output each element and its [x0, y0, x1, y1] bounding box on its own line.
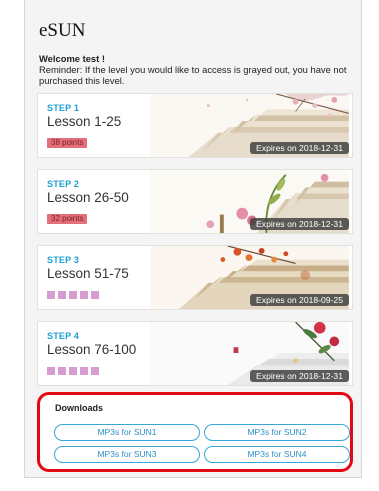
progress-square — [69, 291, 77, 299]
lesson-range: Lesson 26-50 — [47, 190, 129, 205]
progress-square — [58, 367, 66, 375]
download-sun3-button[interactable]: MP3s for SUN3 — [54, 446, 200, 463]
app-frame: eSUN Welcome test ! Reminder: If the lev… — [24, 0, 362, 478]
welcome-message: Welcome test ! Reminder: If the level yo… — [39, 53, 357, 86]
lesson-range: Lesson 1-25 — [47, 114, 122, 129]
downloads-section: Downloads MP3s for SUN1 MP3s for SUN2 MP… — [37, 392, 353, 472]
points-badge: 32 points — [47, 214, 88, 224]
download-sun2-button[interactable]: MP3s for SUN2 — [204, 424, 350, 441]
progress-square — [58, 291, 66, 299]
step-card-2[interactable]: STEP 2 Lesson 26-50 32 points Expires on… — [37, 169, 353, 234]
progress-square — [47, 367, 55, 375]
step-label: STEP 3 — [47, 255, 80, 265]
app-title: eSUN — [39, 20, 86, 41]
progress-square — [69, 367, 77, 375]
welcome-reminder: Reminder: If the level you would like to… — [39, 64, 347, 86]
progress-square — [47, 291, 55, 299]
step-card-4[interactable]: STEP 4 Lesson 76-100 Expires on 2018-12-… — [37, 321, 353, 386]
welcome-title: Welcome test ! — [39, 53, 105, 64]
downloads-title: Downloads — [55, 403, 104, 413]
step-label: STEP 1 — [47, 103, 80, 113]
step-card-1[interactable]: STEP 1 Lesson 1-25 38 points Expires on … — [37, 93, 353, 158]
lesson-range: Lesson 51-75 — [47, 266, 129, 281]
points-badge: 38 points — [47, 138, 88, 148]
download-sun1-button[interactable]: MP3s for SUN1 — [54, 424, 200, 441]
progress-squares — [47, 367, 99, 375]
progress-square — [80, 367, 88, 375]
expiry-badge: Expires on 2018-09-25 — [250, 294, 349, 306]
progress-square — [91, 367, 99, 375]
expiry-badge: Expires on 2018-12-31 — [250, 218, 349, 230]
expiry-badge: Expires on 2018-12-31 — [250, 142, 349, 154]
step-card-3[interactable]: STEP 3 Lesson 51-75 Expires on 2018-09-2… — [37, 245, 353, 310]
download-sun4-button[interactable]: MP3s for SUN4 — [204, 446, 350, 463]
expiry-badge: Expires on 2018-12-31 — [250, 370, 349, 382]
lesson-range: Lesson 76-100 — [47, 342, 137, 357]
progress-square — [80, 291, 88, 299]
progress-square — [91, 291, 99, 299]
progress-squares — [47, 291, 99, 299]
step-label: STEP 2 — [47, 179, 80, 189]
step-label: STEP 4 — [47, 331, 80, 341]
